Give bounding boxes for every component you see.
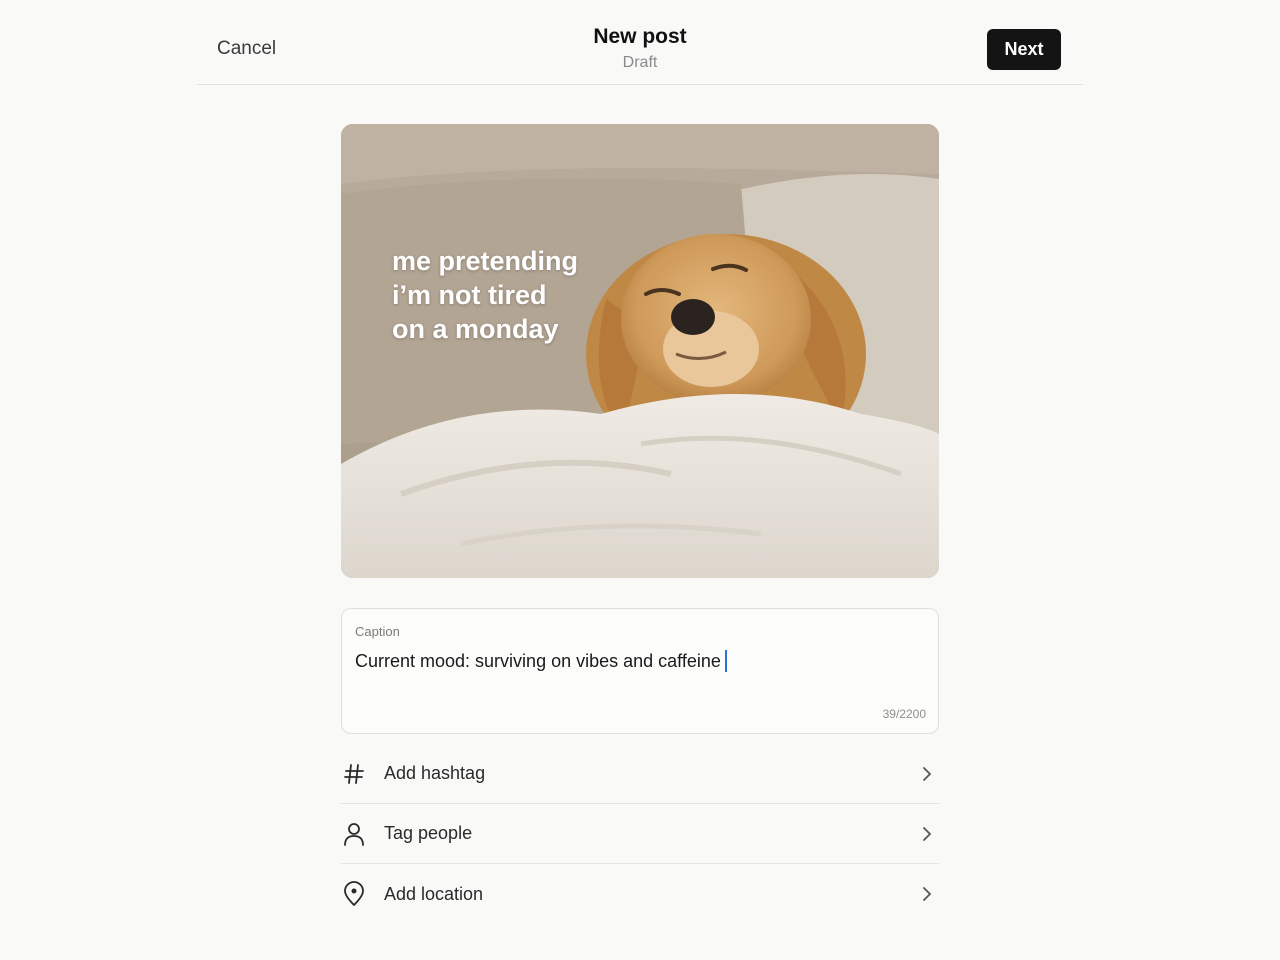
chevron-right-icon (923, 827, 931, 841)
caption-field[interactable]: Caption Current mood: surviving on vibes… (341, 608, 939, 734)
meme-line: i’m not tired (392, 280, 547, 310)
post-image[interactable]: me pretending i’m not tired on a monday (341, 124, 939, 578)
chevron-right-icon (923, 767, 931, 781)
add-hashtag-row[interactable]: Add hashtag (341, 744, 939, 804)
caption-value: Current mood: surviving on vibes and caf… (355, 650, 721, 671)
draft-status: Draft (622, 54, 658, 71)
title-block: New post Draft (197, 25, 1083, 72)
add-location-label: Add location (384, 883, 484, 904)
tag-people-label: Tag people (384, 823, 473, 843)
dog-photo-illustration (341, 124, 939, 578)
hashtag-icon (341, 761, 367, 787)
add-hashtag-label: Add hashtag (384, 763, 486, 783)
tag-people-row[interactable]: Tag people (341, 804, 939, 864)
person-icon (341, 821, 367, 847)
add-location-row[interactable]: Add location (341, 864, 939, 924)
location-pin-icon (341, 881, 367, 907)
caption-label: Caption (355, 624, 400, 639)
chevron-right-icon (923, 887, 931, 901)
character-counter: 39/2200 (882, 707, 926, 721)
top-bar: Cancel New post Draft Next (197, 0, 1083, 85)
text-cursor (724, 650, 727, 672)
next-button[interactable]: Next (987, 29, 1061, 70)
page-title: New post (593, 25, 687, 48)
post-options-list: Add hashtag Tag people Add location (341, 744, 939, 924)
caption-input[interactable]: Current mood: surviving on vibes and caf… (355, 650, 727, 672)
meme-line: me pretending (392, 246, 579, 276)
meme-line: on a monday (392, 314, 559, 344)
meme-overlay-text: me pretending i’m not tired on a monday (392, 244, 578, 346)
